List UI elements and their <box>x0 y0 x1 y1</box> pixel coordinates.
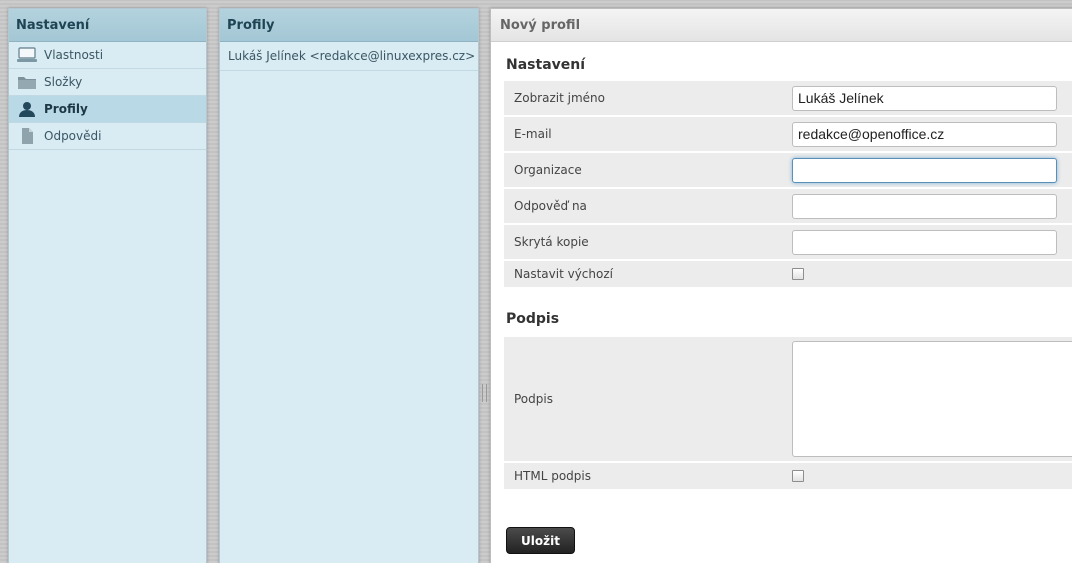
save-button[interactable]: Uložit <box>506 527 575 554</box>
nav-item-label: Vlastnosti <box>44 48 104 62</box>
set-default-label: Nastavit výchozí <box>514 267 613 281</box>
signature-row: Podpis <box>504 337 1072 463</box>
display-name-input[interactable] <box>792 85 1057 111</box>
html-signature-checkbox[interactable] <box>792 470 804 482</box>
signature-section-title: Podpis <box>506 311 560 327</box>
new-profile-panel: Nový profil Nastavení Zobrazit jméno E-m… <box>490 8 1072 563</box>
folder-icon <box>17 74 37 90</box>
profile-list-item[interactable]: Lukáš Jelínek <redakce@linuxexpres.cz> <box>220 42 478 71</box>
nav-item-odpovedi[interactable]: Odpovědi <box>9 123 206 150</box>
reply-to-row: Odpověď na <box>504 189 1072 225</box>
nav-item-label: Složky <box>44 75 83 89</box>
profiles-panel-title: Profily <box>220 9 478 42</box>
settings-panel: Nastavení Vlastnosti Složky Profily Odpo… <box>8 8 207 563</box>
reply-to-label: Odpověď na <box>514 199 587 213</box>
display-name-row: Zobrazit jméno <box>504 81 1072 117</box>
signature-textarea[interactable] <box>792 341 1072 457</box>
organization-label: Organizace <box>514 163 582 177</box>
set-default-checkbox[interactable] <box>792 268 804 280</box>
signature-label: Podpis <box>514 392 553 406</box>
nav-item-label: Profily <box>44 102 88 116</box>
document-icon <box>17 128 37 144</box>
settings-section-title: Nastavení <box>506 57 586 73</box>
new-profile-title: Nový profil <box>491 9 1072 42</box>
bcc-label: Skrytá kopie <box>514 235 589 249</box>
computer-icon <box>17 47 37 63</box>
set-default-row: Nastavit výchozí <box>504 261 1072 289</box>
organization-input[interactable] <box>792 157 1057 183</box>
nav-item-slozky[interactable]: Složky <box>9 69 206 96</box>
email-label: E-mail <box>514 127 552 141</box>
organization-row: Organizace <box>504 153 1072 189</box>
nav-item-vlastnosti[interactable]: Vlastnosti <box>9 42 206 69</box>
nav-item-label: Odpovědi <box>44 129 102 143</box>
html-signature-row: HTML podpis <box>504 463 1072 491</box>
reply-to-input[interactable] <box>792 193 1057 219</box>
settings-form: Zobrazit jméno E-mail Organizace Odpověď… <box>504 81 1072 289</box>
panel-resize-handle[interactable] <box>482 384 487 402</box>
bcc-row: Skrytá kopie <box>504 225 1072 261</box>
html-signature-label: HTML podpis <box>514 469 591 483</box>
email-input[interactable] <box>792 121 1057 147</box>
email-row: E-mail <box>504 117 1072 153</box>
settings-panel-title: Nastavení <box>9 9 206 42</box>
user-icon <box>17 101 37 117</box>
profiles-panel: Profily Lukáš Jelínek <redakce@linuxexpr… <box>219 8 479 563</box>
bcc-input[interactable] <box>792 229 1057 255</box>
display-name-label: Zobrazit jméno <box>514 91 605 105</box>
nav-item-profily[interactable]: Profily <box>9 96 206 123</box>
signature-form: Podpis HTML podpis <box>504 337 1072 491</box>
